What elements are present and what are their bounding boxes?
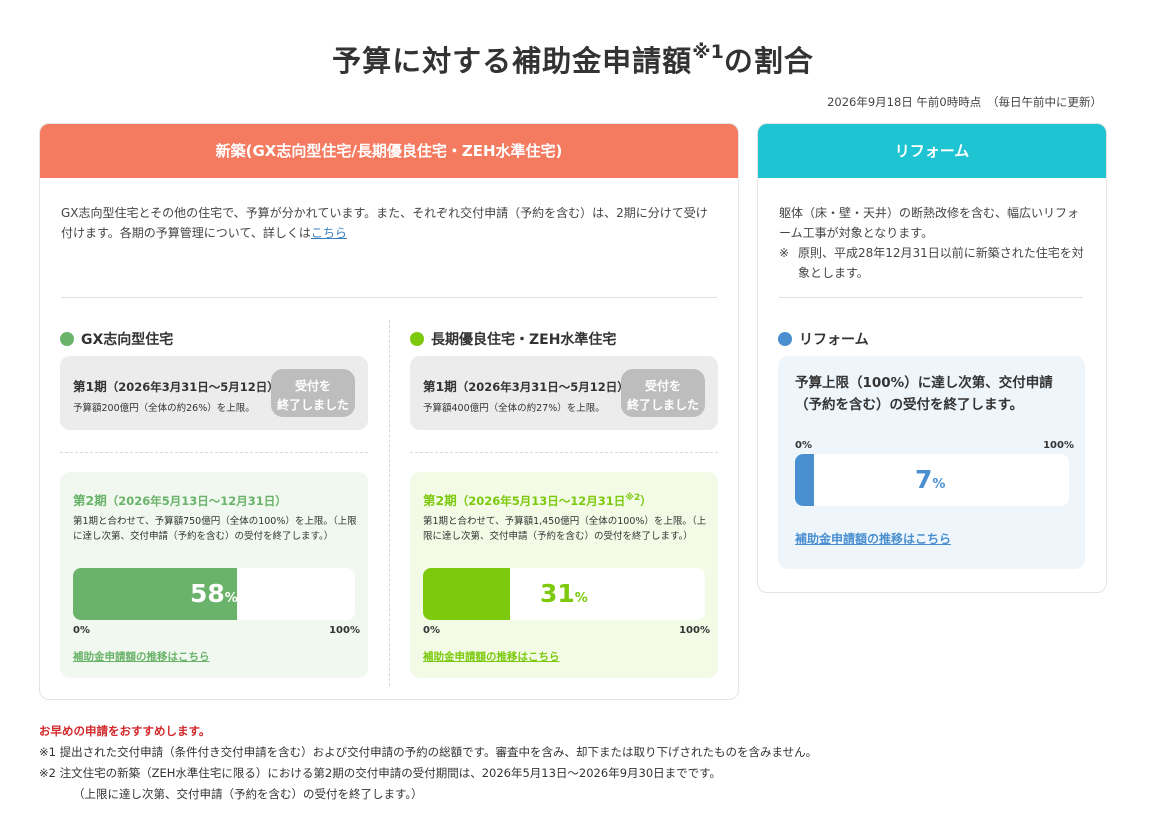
gx-period1-title: 第1期（2026年3月31日〜5月12日）	[73, 379, 279, 394]
zeh-progress-fill	[423, 568, 511, 620]
zeh-period1-title: 第1期（2026年3月31日〜5月12日）	[423, 379, 629, 394]
zeh-period1-closed-button: 受付を 終了しました	[621, 369, 705, 417]
divider	[60, 452, 368, 453]
zeh-dot-icon	[410, 332, 424, 346]
footer-notes: お早めの申請をおすすめします。 ※1 提出された交付申請（条件付き交付申請を含む…	[39, 721, 817, 805]
divider	[61, 297, 717, 298]
gx-period1-budget: 予算額200億円（全体の約26%）を上限。	[73, 403, 255, 414]
reform-percent-label: 7%	[915, 465, 946, 494]
reform-header: リフォーム	[758, 124, 1106, 178]
gx-period1-closed-button: 受付を 終了しました	[271, 369, 355, 417]
reform-axis-min: 0%	[795, 440, 812, 451]
recommend-text: お早めの申請をおすすめします。	[39, 724, 211, 738]
reform-note: ※ 原則、平成28年12月31日以前に新築された住宅を対象とします。	[779, 246, 1084, 280]
footnote-2-continued: （上限に達し次第、交付申請（予約を含む）の受付を終了します。）	[73, 787, 423, 801]
gx-axis-max: 100%	[329, 625, 360, 636]
gx-section-title: GX志向型住宅	[60, 329, 173, 349]
divider	[779, 297, 1083, 298]
divider	[410, 452, 718, 453]
gx-axis-min: 0%	[73, 625, 90, 636]
zeh-section-title: 長期優良住宅・ZEH水準住宅	[410, 329, 616, 349]
reform-history-link[interactable]: 補助金申請額の推移はこちら	[795, 530, 951, 547]
zeh-period2-description: 第1期と合わせて、予算額1,450億円（全体の100%）を上限。（上限に達し次第…	[423, 516, 707, 542]
budget-details-link[interactable]: こちら	[311, 226, 347, 240]
new-build-description: GX志向型住宅とその他の住宅で、予算が分かれています。また、それぞれ交付申請（予…	[61, 206, 708, 240]
new-build-header: 新築(GX志向型住宅/長期優良住宅・ZEH水準住宅)	[40, 124, 738, 178]
gx-percent-label: 58%	[190, 579, 238, 608]
update-timestamp: 2026年9月18日 午前0時時点 （毎日午前中に更新）	[827, 95, 1102, 109]
reform-description: 躯体（床・壁・天井）の断熱改修を含む、幅広いリフォーム工事が対象となります。	[779, 206, 1080, 240]
gx-history-link[interactable]: 補助金申請額の推移はこちら	[73, 649, 210, 664]
gx-period2-box: 第2期（2026年5月13日〜12月31日） 第1期と合わせて、予算額750億円…	[60, 472, 368, 678]
gx-period1-box: 第1期（2026年3月31日〜5月12日） 予算額200億円（全体の約26%）を…	[60, 356, 368, 430]
zeh-progress-bar: 31%	[423, 568, 705, 620]
reform-axis-max: 100%	[1043, 440, 1074, 451]
reform-dot-icon	[778, 332, 792, 346]
column-divider	[389, 320, 390, 686]
footnote-1: ※1 提出された交付申請（条件付き交付申請を含む）および交付申請の予約の総額です…	[39, 745, 818, 759]
footnote-2: ※2 注文住宅の新築（ZEH水準住宅に限る）における第2期の交付申請の受付期間は…	[39, 766, 721, 780]
reform-progress-fill	[795, 454, 815, 506]
zeh-period1-budget: 予算額400億円（全体の約27%）を上限。	[423, 403, 605, 414]
reform-section-title: リフォーム	[778, 329, 869, 349]
gx-period2-title: 第2期（2026年5月13日〜12月31日）	[73, 493, 287, 508]
reform-box-text: 予算上限（100%）に達し次第、交付申請（予約を含む）の受付を終了します。	[795, 375, 1053, 413]
gx-dot-icon	[60, 332, 74, 346]
reform-progress-box: 予算上限（100%）に達し次第、交付申請（予約を含む）の受付を終了します。 0%…	[778, 356, 1085, 569]
zeh-period1-box: 第1期（2026年3月31日〜5月12日） 予算額400億円（全体の約27%）を…	[410, 356, 718, 430]
reform-progress-bar: 7%	[795, 454, 1069, 506]
zeh-period2-box: 第2期（2026年5月13日〜12月31日※2） 第1期と合わせて、予算額1,4…	[410, 472, 718, 678]
zeh-axis-min: 0%	[423, 625, 440, 636]
zeh-axis-max: 100%	[679, 625, 710, 636]
gx-progress-bar: 58%	[73, 568, 355, 620]
zeh-history-link[interactable]: 補助金申請額の推移はこちら	[423, 649, 560, 664]
zeh-percent-label: 31%	[540, 579, 588, 608]
gx-period2-description: 第1期と合わせて、予算額750億円（全体の100%）を上限。（上限に達し次第、交…	[73, 516, 357, 542]
zeh-period2-title: 第2期（2026年5月13日〜12月31日※2）	[423, 493, 652, 508]
page-title: 予算に対する補助金申請額※1の割合	[332, 41, 814, 78]
